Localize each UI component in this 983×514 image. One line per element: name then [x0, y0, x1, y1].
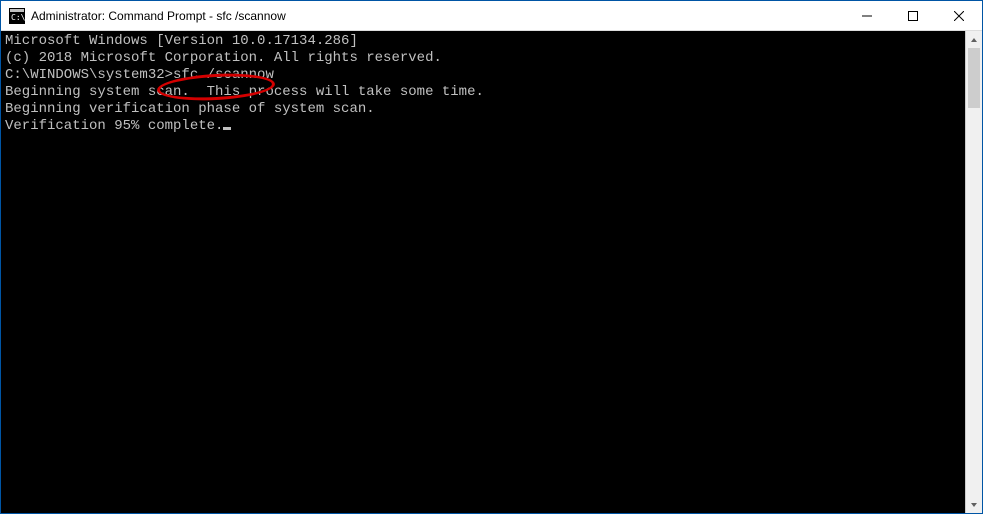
scroll-up-icon[interactable] [966, 31, 982, 48]
progress-text: Verification 95% complete. [5, 118, 223, 134]
window-titlebar: C:\ Administrator: Command Prompt - sfc … [1, 1, 982, 31]
terminal-output[interactable]: Microsoft Windows [Version 10.0.17134.28… [1, 31, 965, 513]
terminal-container: Microsoft Windows [Version 10.0.17134.28… [1, 31, 982, 513]
window-title: Administrator: Command Prompt - sfc /sca… [31, 9, 844, 23]
cmd-icon: C:\ [9, 8, 25, 24]
minimize-button[interactable] [844, 1, 890, 30]
close-button[interactable] [936, 1, 982, 30]
output-line: Beginning system scan. This process will… [5, 84, 961, 101]
vertical-scrollbar[interactable] [965, 31, 982, 513]
window-controls [844, 1, 982, 30]
output-line: Beginning verification phase of system s… [5, 101, 961, 118]
svg-text:C:\: C:\ [11, 13, 25, 22]
output-line: (c) 2018 Microsoft Corporation. All righ… [5, 50, 961, 67]
output-line: Verification 95% complete. [5, 118, 961, 135]
maximize-button[interactable] [890, 1, 936, 30]
scrollbar-thumb[interactable] [968, 48, 980, 108]
command-text: sfc /scannow [173, 67, 274, 83]
scroll-down-icon[interactable] [966, 496, 982, 513]
output-line: Microsoft Windows [Version 10.0.17134.28… [5, 33, 961, 50]
prompt-line: C:\WINDOWS\system32>sfc /scannow [5, 67, 961, 84]
cursor-icon [223, 127, 231, 130]
prompt-text: C:\WINDOWS\system32> [5, 67, 173, 83]
